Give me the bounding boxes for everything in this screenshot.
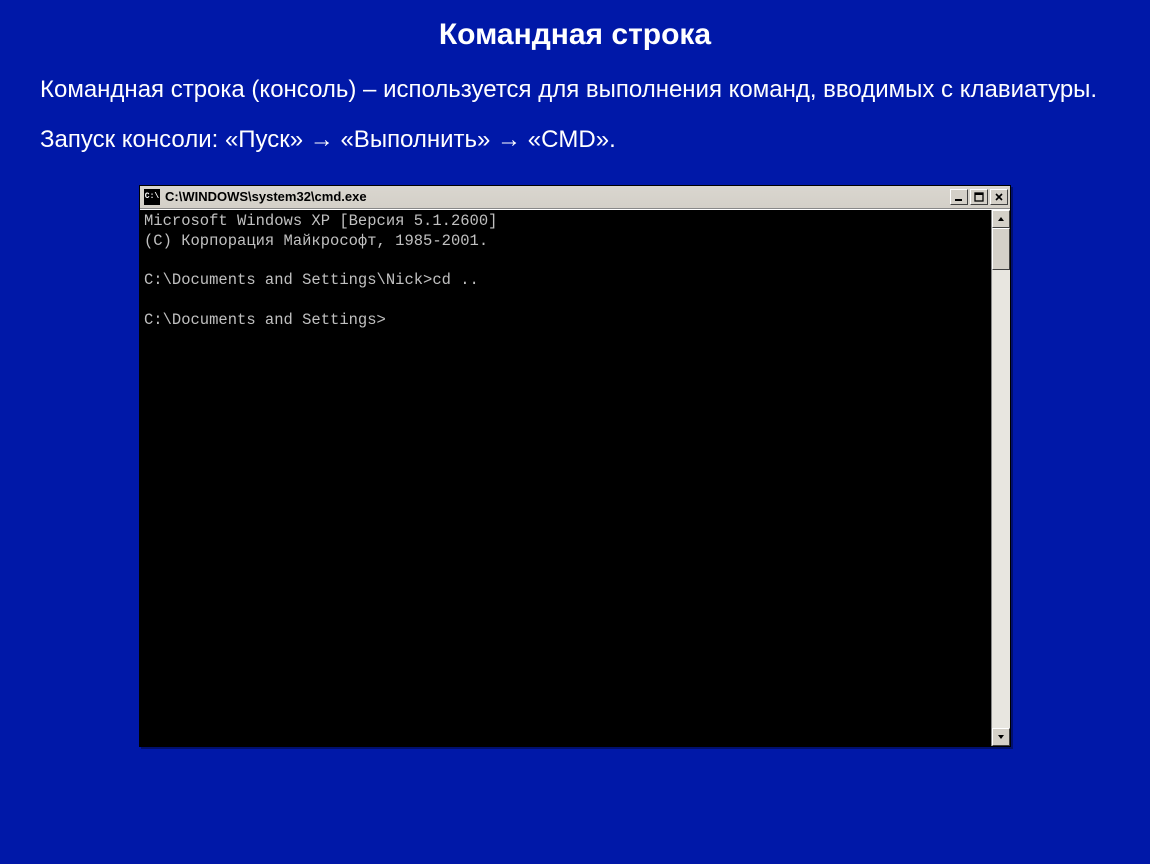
cmd-line: (С) Корпорация Майкрософт, 1985-2001. [144,232,488,250]
scroll-thumb[interactable] [992,228,1010,270]
cmd-app-icon: C:\ [144,189,160,205]
scroll-track[interactable] [992,228,1010,728]
close-button[interactable] [990,189,1008,205]
cmd-line: C:\Documents and Settings> [144,311,386,329]
cmd-line: C:\Documents and Settings\Nick>cd .. [144,271,479,289]
vertical-scrollbar[interactable] [991,210,1010,746]
chevron-up-icon [997,215,1005,223]
scroll-up-button[interactable] [992,210,1010,228]
slide-paragraph-intro: Командная строка (консоль) – используетс… [40,74,1110,106]
maximize-button[interactable] [970,189,988,205]
scroll-down-button[interactable] [992,728,1010,746]
minimize-icon [954,192,964,202]
slide-title: Командная строка [40,18,1110,52]
cmd-title-text: C:\WINDOWS\system32\cmd.exe [165,189,950,204]
cmd-titlebar[interactable]: C:\ C:\WINDOWS\system32\cmd.exe [140,186,1010,209]
slide-paragraph-launch: Запуск консоли: «Пуск» → «Выполнить» → «… [40,124,1110,156]
slide: Командная строка Командная строка (консо… [0,0,1150,864]
minimize-button[interactable] [950,189,968,205]
close-icon [994,192,1004,202]
cmd-client-area: Microsoft Windows XP [Версия 5.1.2600] (… [140,209,1010,746]
cmd-output[interactable]: Microsoft Windows XP [Версия 5.1.2600] (… [140,210,991,746]
maximize-icon [974,192,984,202]
window-controls [950,189,1008,205]
chevron-down-icon [997,733,1005,741]
cmd-window: C:\ C:\WINDOWS\system32\cmd.exe Microsof… [139,185,1011,747]
cmd-line: Microsoft Windows XP [Версия 5.1.2600] [144,212,497,230]
